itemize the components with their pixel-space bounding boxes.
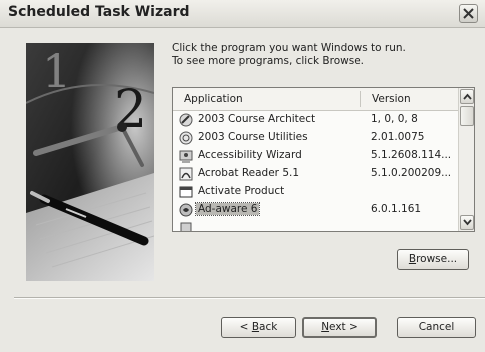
list-item[interactable]: 2003 Course Architect 1, 0, 0, 8 <box>175 112 458 128</box>
column-header-version[interactable]: Version <box>372 93 411 105</box>
button-hotkey: B <box>408 253 417 265</box>
list-item[interactable]: 2003 Course Utilities 2.01.0075 <box>175 130 458 146</box>
program-icon <box>180 222 192 231</box>
close-icon <box>463 8 474 19</box>
close-button[interactable] <box>459 4 478 23</box>
list-item-name: Ad-aware 6 <box>194 202 261 216</box>
window-title: Scheduled Task Wizard <box>8 4 190 20</box>
chevron-down-icon <box>463 219 472 226</box>
program-list[interactable]: Application Version 2003 Course Architec… <box>172 87 475 232</box>
button-hotkey: B <box>251 321 260 333</box>
divider <box>14 297 485 299</box>
cancel-button[interactable]: Cancel <box>397 317 476 338</box>
wizard-illustration: 1 2 <box>26 43 154 281</box>
vertical-scrollbar[interactable] <box>458 88 474 231</box>
list-item-version: 5.1.0.200209... <box>371 167 452 179</box>
list-item-version: 6.0.1.161 <box>371 203 422 215</box>
instructions: Click the program you want Windows to ru… <box>172 42 406 68</box>
button-hotkey: N <box>321 321 330 333</box>
list-item[interactable]: Accessibility Wizard 5.1.2608.114... <box>175 148 458 164</box>
list-item[interactable]: Acrobat Reader 5.1 5.1.0.200209... <box>175 166 458 182</box>
instruction-line-2: To see more programs, click Browse. <box>172 55 364 67</box>
list-item-name: 2003 Course Architect <box>198 113 316 125</box>
list-item-name: Acrobat Reader 5.1 <box>198 167 300 179</box>
acrobat-reader-icon <box>179 167 193 181</box>
list-item[interactable]: Activate Product <box>175 184 458 200</box>
scroll-down-button[interactable] <box>460 215 474 230</box>
accessibility-wizard-icon <box>179 150 193 163</box>
list-item-name: 2003 Course Utilities <box>198 131 308 143</box>
button-text: ack <box>259 321 278 333</box>
next-button[interactable]: Next > <box>302 317 377 338</box>
column-divider[interactable] <box>360 91 361 107</box>
ad-aware-icon <box>179 203 193 217</box>
instruction-line-1: Click the program you want Windows to ru… <box>172 42 406 54</box>
column-header-application[interactable]: Application <box>184 93 243 105</box>
window-icon <box>179 186 193 198</box>
list-item-version: 1, 0, 0, 8 <box>371 113 418 125</box>
chevron-up-icon <box>463 93 472 100</box>
button-prefix: < <box>239 321 252 333</box>
list-item-version: 2.01.0075 <box>371 131 425 143</box>
svg-text:1: 1 <box>42 44 71 98</box>
scroll-up-button[interactable] <box>460 89 474 104</box>
button-text: rowse... <box>416 253 458 265</box>
title-bar: Scheduled Task Wizard <box>0 0 485 28</box>
list-header: Application Version <box>173 88 458 111</box>
list-item-name: Accessibility Wizard <box>198 149 302 161</box>
button-text: ext > <box>329 321 358 333</box>
list-item-selected[interactable]: Ad-aware 6 6.0.1.161 <box>175 202 458 218</box>
scroll-thumb[interactable] <box>460 106 474 126</box>
course-architect-icon <box>179 113 193 127</box>
button-text: Cancel <box>418 321 455 333</box>
list-item-name: Activate Product <box>198 185 285 197</box>
back-button[interactable]: < Back <box>221 317 296 338</box>
list-item-version: 5.1.2608.114... <box>371 149 452 161</box>
browse-button[interactable]: Browse... <box>397 249 469 270</box>
list-item[interactable] <box>175 220 458 231</box>
course-utilities-icon <box>179 131 193 145</box>
